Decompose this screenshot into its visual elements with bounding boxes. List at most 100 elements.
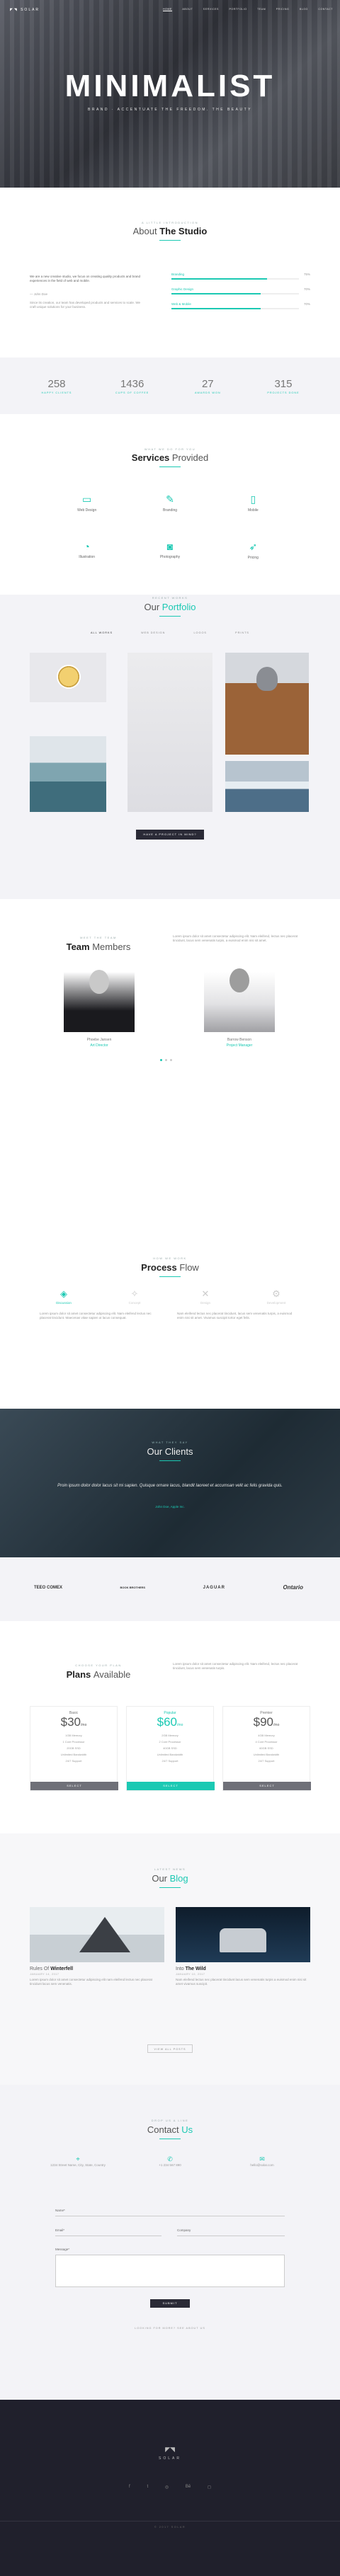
process-step[interactable]: ✕ Design: [184, 1288, 227, 1305]
client-logo[interactable]: BOOK BROTHERS: [120, 1586, 146, 1589]
testimonials-section: WHAT THEY SAY Our Clients Proin ipsum do…: [0, 1409, 340, 1557]
blog-title: Our Blog: [152, 1873, 188, 1884]
gears-icon: ⚙: [272, 1288, 280, 1299]
name-label: Name*: [55, 2209, 65, 2212]
service-item[interactable]: ▯ Mobile: [212, 493, 295, 513]
contact-kicker: DROP US A LINE: [151, 2119, 189, 2122]
title-underline: [159, 616, 181, 617]
clients-kicker: WHAT THEY SAY: [152, 1441, 188, 1444]
contact-info[interactable]: ✉ hello@solar.com: [227, 2156, 298, 2168]
client-logo[interactable]: Ontario: [283, 1584, 303, 1591]
instagram-icon[interactable]: ◻: [208, 2485, 211, 2490]
twitter-icon[interactable]: t: [147, 2485, 148, 2490]
phone-icon: ▯: [250, 493, 256, 505]
plan-card: Basic $30/mo 1GB Memory 1 Core Processor 2…: [30, 1706, 118, 1791]
phone-icon: ✆: [167, 2156, 173, 2163]
blog-kicker: LATEST NEWS: [154, 1867, 186, 1871]
stack-icon: ◈: [60, 1288, 67, 1299]
message-label: Message*: [55, 2248, 70, 2251]
facebook-icon[interactable]: f: [129, 2485, 130, 2490]
filter-all[interactable]: ALL WORKS: [91, 631, 113, 634]
hero-title: MINIMALIST: [64, 69, 276, 103]
title-underline: [159, 466, 181, 467]
process-step[interactable]: ⚙ Development: [255, 1288, 298, 1305]
about-kicker: A LITTLE INTRODUCTION: [142, 221, 198, 224]
contact-note[interactable]: LOOKING FOR MORE? SEE ABOUT US: [0, 2327, 340, 2330]
filter-logos[interactable]: LOGOS: [193, 631, 207, 634]
contact-info: ⌖ 1234 Street Name, City, State, Country: [42, 2156, 113, 2168]
service-item[interactable]: ➶ Pricing: [212, 541, 295, 560]
process-step[interactable]: ◈ Discussion: [42, 1288, 85, 1305]
portfolio-item-lemon[interactable]: [30, 653, 106, 702]
client-logo[interactable]: JAGUAR: [203, 1586, 225, 1590]
process-title: Process Flow: [141, 1262, 199, 1273]
service-item[interactable]: ◔ Illustration: [45, 541, 128, 560]
nav-about[interactable]: ABOUT: [182, 8, 193, 11]
main-nav: HOME ABOUT SERVICES PORTFOLIO TEAM PRICI…: [163, 8, 333, 11]
member-name: Phoebe Jansen: [86, 1038, 112, 1042]
member-name: Barrow Benson: [227, 1038, 252, 1042]
service-item[interactable]: ◙ Photography: [128, 541, 211, 560]
portfolio-item-cliffs[interactable]: [30, 736, 106, 812]
bulb-icon: ✧: [130, 1288, 139, 1299]
team-intro: Lorem ipsum dolor sit amet consectetur a…: [173, 934, 298, 942]
client-logo[interactable]: TEEO COMEX: [34, 1586, 62, 1590]
service-item[interactable]: ✎ Branding: [128, 493, 211, 513]
nav-portfolio[interactable]: PORTFOLIO: [229, 8, 246, 11]
portfolio-item-wall[interactable]: [128, 653, 212, 812]
filter-prints[interactable]: PRINTS: [235, 631, 249, 634]
services-title: Services Provided: [131, 452, 209, 463]
service-item[interactable]: ▭ Web Design: [45, 493, 128, 513]
project-cta-button[interactable]: HAVE A PROJECT IN MIND?: [136, 830, 204, 840]
nav-home[interactable]: HOME: [163, 8, 172, 11]
nav-pricing[interactable]: PRICING: [276, 8, 289, 11]
blog-post[interactable]: Rules Of Winterfell JANUARY 14, 2017 Lor…: [30, 1907, 164, 1986]
pricing-section: CHOOSE YOUR PLAN Plans Available Lorem i…: [0, 1621, 340, 1833]
member-role: Project Manager: [226, 1043, 253, 1048]
footer-logo[interactable]: SOLAR: [0, 2456, 340, 2461]
contact-section: DROP US A LINE Contact Us ⌖ 1234 Street N…: [0, 2085, 340, 2400]
title-underline: [159, 1276, 181, 1277]
title-underline: [159, 240, 181, 241]
submit-button[interactable]: SUBMIT: [150, 2299, 190, 2308]
carousel-dots[interactable]: [160, 1059, 172, 1061]
nav-team[interactable]: TEAM: [257, 8, 266, 11]
dribbble-icon[interactable]: ◎: [165, 2485, 169, 2490]
about-section: A LITTLE INTRODUCTION About The Studio W…: [0, 188, 340, 357]
portfolio-section: RECENT WORKS Our Portfolio ALL WORKS WEB…: [0, 595, 340, 899]
portfolio-item-mountains[interactable]: [225, 761, 309, 812]
blog-section: LATEST NEWS Our Blog Rules Of Winterfell…: [0, 1833, 340, 2085]
testimonial-author: John Doe, Apple Inc.: [155, 1505, 185, 1509]
behance-icon[interactable]: Bē: [186, 2485, 191, 2490]
email-label: Email*: [55, 2228, 65, 2232]
nav-contact[interactable]: CONTACT: [318, 8, 333, 11]
client-logos: TEEO COMEX BOOK BROTHERS JAGUAR Ontario: [0, 1557, 340, 1621]
hero-subtitle: BRAND · ACCENTUATE THE FREEDOM. THE BEAU…: [88, 108, 252, 112]
stat-item: 258 HAPPY CLIENTS: [41, 378, 72, 394]
select-plan-button[interactable]: SELECT: [30, 1782, 118, 1790]
nav-blog[interactable]: BLOG: [300, 8, 308, 11]
team-photo: [64, 961, 135, 1032]
company-label: Company: [177, 2228, 191, 2232]
view-all-posts-button[interactable]: VIEW ALL POSTS: [147, 2044, 193, 2053]
process-kicker: HOW WE WORK: [153, 1256, 187, 1260]
filter-web-design[interactable]: WEB DESIGN: [141, 631, 165, 634]
team-photo: [204, 961, 275, 1032]
select-plan-button[interactable]: SELECT: [223, 1782, 311, 1790]
message-field[interactable]: [55, 2255, 285, 2287]
nav-services[interactable]: SERVICES: [203, 8, 219, 11]
select-plan-button[interactable]: SELECT: [127, 1782, 215, 1790]
portfolio-item-person[interactable]: [225, 653, 309, 755]
stat-item: 27 AWARDS WON: [194, 378, 221, 394]
process-text-right: Nam eleifend lectus nec placerat tincidu…: [177, 1312, 293, 1320]
services-kicker: WHAT WE DO FOR YOU: [144, 447, 196, 451]
process-section: HOW WE WORK Process Flow ◈ Discussion ✧ Co…: [0, 1186, 340, 1409]
pricing-intro: Lorem ipsum dolor sit amet consectetur a…: [173, 1662, 298, 1670]
stats-section: 258 HAPPY CLIENTS 1436 CUPS OF COFFEE 27 AW…: [0, 357, 340, 414]
blog-post[interactable]: Into The Wild JANUARY 10, 2017 Nam eleif…: [176, 1907, 310, 1986]
portfolio-title: Our Portfolio: [144, 602, 196, 612]
process-step[interactable]: ✧ Concept: [113, 1288, 156, 1305]
logo[interactable]: ◤◥ SOLAR: [10, 8, 40, 12]
pie-icon: ◔: [84, 541, 90, 552]
plan-card: Premier $90/mo 4GB Memory 4 Core Processo…: [222, 1706, 311, 1791]
